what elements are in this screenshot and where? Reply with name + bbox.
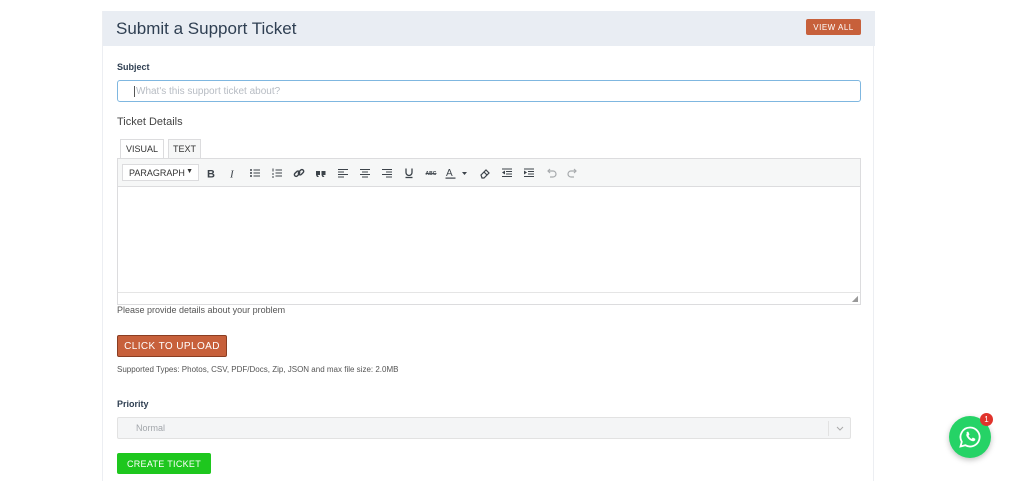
subject-input[interactable]: [117, 80, 861, 102]
create-ticket-button[interactable]: CREATE TICKET: [117, 453, 211, 474]
bold-icon[interactable]: B: [202, 164, 220, 182]
svg-text:ABC: ABC: [426, 171, 437, 177]
priority-value: Normal: [136, 423, 166, 433]
link-icon[interactable]: [290, 164, 308, 182]
text-color-icon[interactable]: A: [444, 164, 470, 182]
page-title: Submit a Support Ticket: [116, 19, 297, 38]
support-ticket-panel: Submit a Support Ticket VIEW ALL Subject…: [102, 11, 875, 481]
bullet-list-icon[interactable]: [246, 164, 264, 182]
format-select-value: PARAGRAPH: [129, 167, 185, 178]
clear-formatting-icon[interactable]: [476, 164, 494, 182]
redo-icon[interactable]: [564, 164, 582, 182]
text-cursor: [134, 86, 135, 97]
chevron-down-icon: ▼: [186, 168, 193, 175]
whatsapp-icon: [959, 426, 981, 448]
supported-types-text: Supported Types: Photos, CSV, PDF/Docs, …: [117, 365, 399, 374]
outdent-icon[interactable]: [498, 164, 516, 182]
align-right-icon[interactable]: [378, 164, 396, 182]
align-left-icon[interactable]: [334, 164, 352, 182]
underline-icon[interactable]: [400, 164, 418, 182]
rich-text-editor: PARAGRAPH ▼ B I ABC A ◢: [117, 158, 861, 305]
editor-status-bar: ◢: [118, 292, 860, 304]
svg-text:I: I: [229, 169, 235, 180]
indent-icon[interactable]: [520, 164, 538, 182]
chevron-down-icon: [833, 421, 847, 436]
select-divider: [828, 421, 829, 436]
notification-badge: 1: [980, 413, 993, 426]
subject-label: Subject: [117, 62, 150, 72]
priority-select[interactable]: Normal: [117, 417, 851, 439]
panel-header: Submit a Support Ticket VIEW ALL: [103, 11, 875, 46]
tab-visual[interactable]: VISUAL: [120, 139, 164, 158]
numbered-list-icon[interactable]: [268, 164, 286, 182]
undo-icon[interactable]: [542, 164, 560, 182]
blockquote-icon[interactable]: [312, 164, 330, 182]
italic-icon[interactable]: I: [224, 164, 242, 182]
editor-toolbar: PARAGRAPH ▼ B I ABC A: [118, 159, 860, 187]
align-center-icon[interactable]: [356, 164, 374, 182]
editor-content-area[interactable]: [118, 188, 860, 292]
view-all-button[interactable]: VIEW ALL: [806, 19, 861, 35]
upload-button[interactable]: CLICK TO UPLOAD: [117, 335, 227, 357]
svg-text:A: A: [446, 168, 453, 179]
tab-text[interactable]: TEXT: [168, 139, 201, 158]
strikethrough-icon[interactable]: ABC: [422, 164, 440, 182]
ticket-details-label: Ticket Details: [117, 116, 183, 128]
priority-label: Priority: [117, 399, 149, 409]
paragraph-format-select[interactable]: PARAGRAPH ▼: [122, 164, 199, 181]
details-help-text: Please provide details about your proble…: [117, 305, 286, 315]
resize-handle-icon[interactable]: ◢: [852, 294, 858, 303]
svg-text:B: B: [207, 169, 215, 180]
